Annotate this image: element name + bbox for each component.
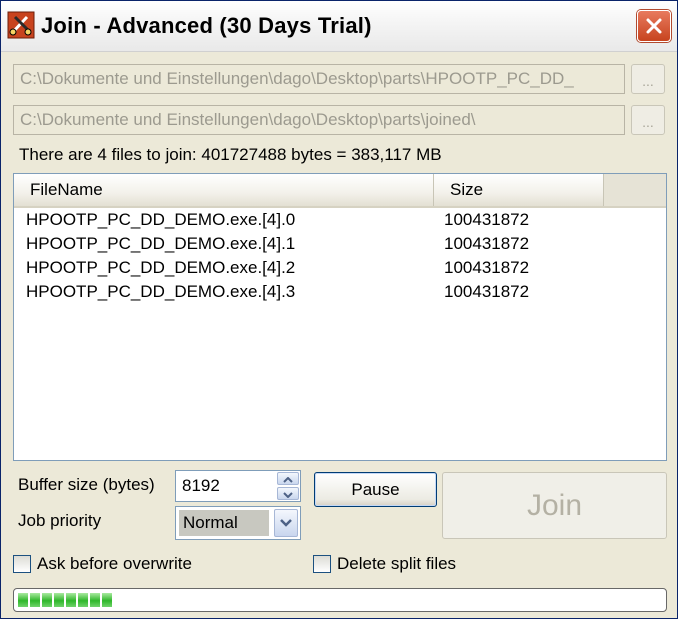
file-list[interactable]: FileName Size HPOOTP_PC_DD_DEMO.exe.[4].…: [13, 173, 667, 461]
table-row[interactable]: HPOOTP_PC_DD_DEMO.exe.[4].1 100431872: [14, 234, 666, 258]
arrow-down-icon: [283, 485, 293, 503]
window-title: Join - Advanced (30 Days Trial): [41, 13, 372, 38]
ask-overwrite-label: Ask before overwrite: [37, 554, 192, 573]
progress-segment: [30, 593, 40, 607]
column-header-size[interactable]: Size: [434, 174, 604, 206]
close-button[interactable]: [637, 10, 671, 42]
join-button[interactable]: Join: [442, 472, 667, 539]
progress-bar: [13, 588, 667, 612]
buffer-size-label: Buffer size (bytes): [18, 475, 155, 494]
close-icon: [645, 17, 663, 35]
progress-segment: [54, 593, 64, 607]
delete-split-option[interactable]: Delete split files: [313, 554, 456, 574]
join-window: Join - Advanced (30 Days Trial) C:\Dokum…: [0, 0, 678, 619]
file-size-cell: 100431872: [444, 282, 530, 301]
pause-button[interactable]: Pause: [314, 472, 437, 507]
file-name-cell: HPOOTP_PC_DD_DEMO.exe.[4].0: [26, 210, 296, 229]
table-row[interactable]: HPOOTP_PC_DD_DEMO.exe.[4].0 100431872: [14, 210, 666, 234]
job-priority-select[interactable]: Normal: [175, 506, 301, 540]
file-name-cell: HPOOTP_PC_DD_DEMO.exe.[4].1: [26, 234, 296, 253]
list-rows: HPOOTP_PC_DD_DEMO.exe.[4].0 100431872 HP…: [14, 210, 666, 306]
delete-split-label: Delete split files: [337, 554, 457, 573]
spin-up-button[interactable]: [277, 472, 299, 485]
target-path-field[interactable]: C:\Dokumente und Einstellungen\dago\Desk…: [13, 105, 625, 135]
column-header-filename[interactable]: FileName: [14, 174, 434, 206]
list-header: FileName Size: [14, 174, 666, 208]
table-row[interactable]: HPOOTP_PC_DD_DEMO.exe.[4].3 100431872: [14, 282, 666, 306]
spin-buttons: [277, 472, 299, 500]
table-row[interactable]: HPOOTP_PC_DD_DEMO.exe.[4].2 100431872: [14, 258, 666, 282]
column-header-filler: [604, 174, 666, 206]
target-browse-button[interactable]: ...: [631, 105, 665, 135]
progress-segment: [90, 593, 100, 607]
app-scissors-icon: [7, 11, 35, 39]
file-name-cell: HPOOTP_PC_DD_DEMO.exe.[4].3: [26, 282, 296, 301]
dropdown-button[interactable]: [274, 509, 298, 537]
buffer-size-stepper[interactable]: [175, 470, 301, 502]
source-browse-button[interactable]: ...: [631, 64, 665, 94]
progress-segment: [42, 593, 52, 607]
job-priority-value: Normal: [179, 510, 269, 536]
chevron-down-icon: [280, 514, 292, 532]
progress-fill: [18, 593, 112, 607]
progress-segment: [66, 593, 76, 607]
delete-split-checkbox[interactable]: [313, 555, 331, 573]
job-priority-label: Job priority: [18, 511, 102, 530]
buffer-size-input[interactable]: [176, 471, 284, 501]
file-size-cell: 100431872: [444, 234, 530, 253]
file-size-cell: 100431872: [444, 258, 530, 277]
progress-segment: [102, 593, 112, 607]
ask-overwrite-option[interactable]: Ask before overwrite: [13, 554, 192, 574]
file-size-cell: 100431872: [444, 210, 530, 229]
progress-segment: [78, 593, 88, 607]
title-bar[interactable]: Join - Advanced (30 Days Trial): [1, 1, 677, 52]
spin-down-button[interactable]: [277, 487, 299, 500]
file-name-cell: HPOOTP_PC_DD_DEMO.exe.[4].2: [26, 258, 296, 277]
source-path-field[interactable]: C:\Dokumente und Einstellungen\dago\Desk…: [13, 64, 625, 94]
progress-segment: [18, 593, 28, 607]
ask-overwrite-checkbox[interactable]: [13, 555, 31, 573]
files-summary: There are 4 files to join: 401727488 byt…: [19, 145, 442, 164]
